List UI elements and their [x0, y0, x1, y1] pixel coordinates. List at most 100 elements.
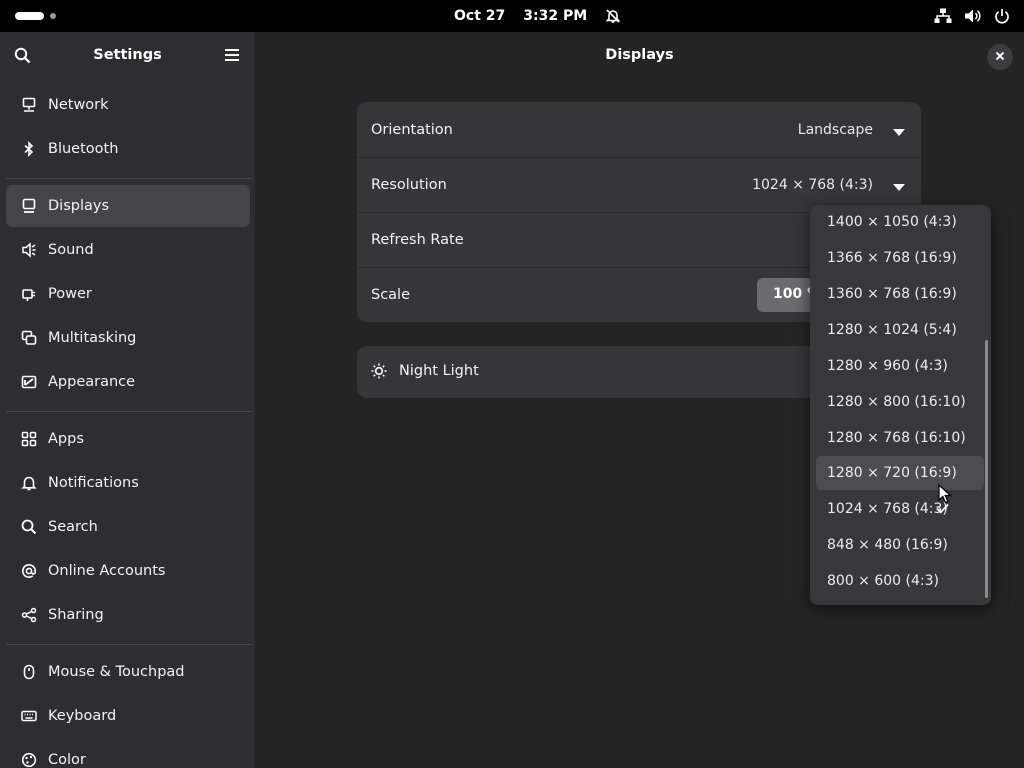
sidebar-item-search[interactable]: Search — [6, 506, 250, 548]
at-icon — [20, 562, 38, 580]
sidebar-item-network[interactable]: Network — [6, 84, 250, 126]
orientation-row[interactable]: Orientation Landscape — [357, 102, 921, 157]
sidebar-item-label: Multitasking — [48, 330, 137, 346]
sidebar-item-label: Mouse & Touchpad — [48, 664, 185, 680]
share-icon — [20, 606, 38, 624]
dropdown-arrow-icon — [893, 125, 905, 141]
search-icon — [20, 518, 38, 536]
display-icon — [20, 197, 38, 215]
resolution-option[interactable]: 1280 × 1024 (5:4) — [816, 313, 984, 347]
sidebar-item-label: Network — [48, 97, 109, 113]
sidebar-item-bluetooth[interactable]: Bluetooth — [6, 128, 250, 170]
mouse-pointer-icon — [938, 483, 953, 508]
power-plug-icon — [20, 285, 38, 303]
resolution-option-hovered[interactable]: 1280 × 720 (16:9) — [816, 456, 984, 490]
option-label: 1400 × 1050 (4:3) — [827, 214, 957, 230]
resolution-dropdown: 1400 × 1050 (4:3) 1366 × 768 (16:9) 1360… — [810, 205, 991, 605]
resolution-option[interactable]: 1280 × 768 (16:10) — [816, 421, 984, 455]
resolution-option[interactable]: 1280 × 960 (4:3) — [816, 349, 984, 383]
bell-icon — [20, 474, 38, 492]
scale-label: Scale — [371, 286, 411, 303]
sidebar-item-label: Keyboard — [48, 708, 117, 724]
sidebar-item-multitasking[interactable]: Multitasking — [6, 317, 250, 359]
option-label: 1360 × 768 (16:9) — [827, 286, 957, 302]
sidebar-header: Settings — [0, 32, 255, 80]
speaker-icon — [20, 241, 38, 259]
network-wired-icon — [934, 8, 952, 24]
color-icon — [20, 751, 38, 768]
close-icon — [995, 49, 1005, 65]
appearance-icon — [20, 373, 38, 391]
notifications-disabled-icon — [605, 8, 621, 24]
apps-grid-icon — [20, 430, 38, 448]
sidebar-item-keyboard[interactable]: Keyboard — [6, 695, 250, 737]
mouse-icon — [20, 663, 38, 681]
sidebar-item-label: Apps — [48, 431, 84, 447]
sidebar-item-label: Power — [48, 286, 92, 302]
sidebar-item-displays[interactable]: Displays — [6, 185, 250, 227]
dropdown-arrow-icon — [893, 180, 905, 196]
sidebar-item-online-accounts[interactable]: Online Accounts — [6, 550, 250, 592]
sidebar-divider — [6, 178, 252, 179]
sidebar-item-label: Notifications — [48, 475, 139, 491]
option-label: 1280 × 768 (16:10) — [827, 430, 966, 446]
sidebar-item-color[interactable]: Color — [6, 739, 250, 768]
sidebar-divider — [6, 644, 252, 645]
multitasking-icon — [20, 329, 38, 347]
date-label: Oct 27 — [454, 8, 506, 24]
sidebar-item-appearance[interactable]: Appearance — [6, 361, 250, 403]
sidebar-item-mouse-touchpad[interactable]: Mouse & Touchpad — [6, 651, 250, 693]
option-label: 1280 × 720 (16:9) — [827, 465, 957, 481]
resolution-option[interactable]: 1400 × 1050 (4:3) — [816, 205, 984, 239]
sidebar-item-label: Online Accounts — [48, 563, 166, 579]
sidebar-item-power[interactable]: Power — [6, 273, 250, 315]
system-tray[interactable] — [934, 0, 1010, 32]
dropdown-scrollbar[interactable] — [985, 340, 988, 598]
orientation-label: Orientation — [371, 121, 453, 138]
sidebar-item-notifications[interactable]: Notifications — [6, 462, 250, 504]
clock-button[interactable]: Oct 27 3:32 PM — [440, 0, 621, 32]
night-light-label: Night Light — [399, 363, 479, 379]
resolution-option-selected[interactable]: 1024 × 768 (4:3) — [816, 492, 984, 526]
time-label: 3:32 PM — [523, 8, 588, 24]
resolution-option[interactable]: 1280 × 800 (16:10) — [816, 385, 984, 419]
close-button[interactable] — [987, 44, 1013, 70]
power-icon — [994, 8, 1010, 24]
option-label: 1280 × 1024 (5:4) — [827, 322, 957, 338]
network-icon — [20, 96, 38, 114]
sidebar-title: Settings — [93, 47, 162, 63]
sidebar-item-label: Displays — [48, 198, 110, 214]
sidebar-item-label: Color — [48, 752, 86, 768]
sidebar-item-apps[interactable]: Apps — [6, 418, 250, 460]
sidebar-item-sharing[interactable]: Sharing — [6, 594, 250, 636]
volume-icon — [964, 8, 982, 24]
bluetooth-icon — [20, 140, 38, 158]
settings-sidebar: Settings Network Bluetooth Displays Soun… — [0, 32, 255, 768]
sidebar-item-label: Appearance — [48, 374, 136, 390]
sidebar-item-sound[interactable]: Sound — [6, 229, 250, 271]
resolution-row[interactable]: Resolution 1024 × 768 (4:3) — [357, 157, 921, 212]
top-bar: Oct 27 3:32 PM — [0, 0, 1024, 32]
option-label: 848 × 480 (16:9) — [827, 537, 948, 553]
sidebar-item-label: Search — [48, 519, 98, 535]
option-label: 800 × 600 (4:3) — [827, 573, 939, 589]
hamburger-menu-icon[interactable] — [224, 48, 240, 66]
night-light-icon — [371, 363, 387, 383]
option-label: 1024 × 768 (4:3) — [827, 501, 948, 517]
resolution-option[interactable]: 1366 × 768 (16:9) — [816, 241, 984, 275]
refresh-rate-label: Refresh Rate — [371, 231, 464, 248]
orientation-value: Landscape — [797, 121, 873, 138]
page-title: Displays — [605, 47, 674, 63]
activities-button[interactable] — [15, 12, 44, 20]
sidebar-item-label: Sharing — [48, 607, 104, 623]
sidebar-item-label: Bluetooth — [48, 141, 119, 157]
resolution-option[interactable]: 1360 × 768 (16:9) — [816, 277, 984, 311]
sidebar-item-label: Sound — [48, 242, 94, 258]
option-label: 1366 × 768 (16:9) — [827, 250, 957, 266]
resolution-value: 1024 × 768 (4:3) — [752, 176, 873, 193]
resolution-option[interactable]: 848 × 480 (16:9) — [816, 528, 984, 562]
resolution-option[interactable]: 800 × 600 (4:3) — [816, 564, 984, 598]
option-label: 1280 × 960 (4:3) — [827, 358, 948, 374]
option-label: 1280 × 800 (16:10) — [827, 394, 966, 410]
workspace-indicator[interactable] — [50, 13, 56, 19]
